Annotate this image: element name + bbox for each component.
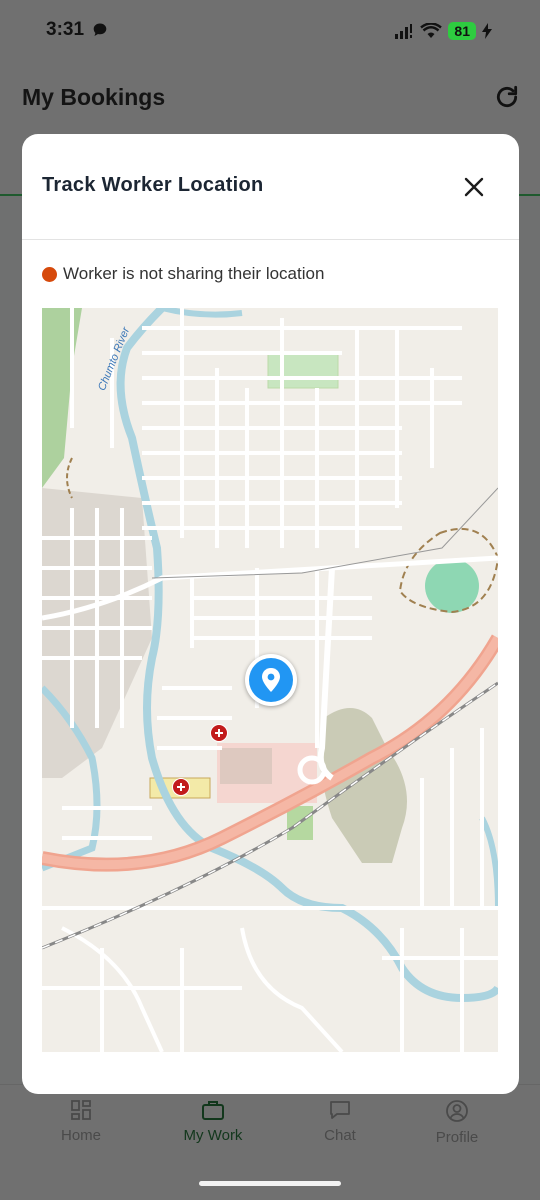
nav-item-chat[interactable]: Chat	[285, 1099, 395, 1145]
track-location-modal: Track Worker Location Worker is not shar…	[22, 134, 519, 1094]
grid-icon	[71, 1100, 91, 1120]
briefcase-icon	[202, 1101, 224, 1120]
battery-indicator: 81	[448, 22, 476, 40]
refresh-icon[interactable]	[494, 84, 520, 110]
hospital-marker-icon[interactable]	[210, 724, 228, 742]
home-indicator	[199, 1181, 341, 1186]
map-view[interactable]: Chumto River	[42, 308, 498, 1052]
nav-item-my-work[interactable]: My Work	[158, 1099, 268, 1145]
chat-bubble-icon	[330, 1101, 350, 1119]
signal-icon	[395, 24, 413, 39]
nav-item-home[interactable]: Home	[26, 1099, 136, 1145]
status-dot-icon	[42, 266, 57, 282]
nav-label-my-work: My Work	[183, 1127, 243, 1144]
nav-label-chat: Chat	[324, 1127, 356, 1144]
nav-label-home: Home	[60, 1127, 101, 1144]
location-status-text: Worker is not sharing their location	[63, 264, 325, 283]
status-icons: 81	[394, 20, 492, 42]
status-time: 3:31	[46, 19, 85, 40]
page-title: My Bookings	[22, 84, 166, 110]
status-bar: 3:31 81	[0, 0, 540, 62]
hospital-marker-icon[interactable]	[172, 778, 190, 796]
location-pin-icon	[249, 658, 293, 702]
nav-label-profile: Profile	[435, 1129, 479, 1146]
nav-item-profile[interactable]: Profile	[402, 1099, 512, 1147]
wifi-icon	[420, 23, 443, 38]
profile-icon	[446, 1100, 468, 1122]
location-status: Worker is not sharing their location	[42, 264, 324, 284]
close-icon[interactable]	[463, 176, 485, 198]
modal-title: Track Worker Location	[42, 174, 264, 196]
modal-header: Track Worker Location	[22, 134, 519, 240]
message-icon	[93, 23, 107, 36]
charging-icon	[482, 23, 492, 39]
worker-location-pin[interactable]	[245, 654, 297, 706]
